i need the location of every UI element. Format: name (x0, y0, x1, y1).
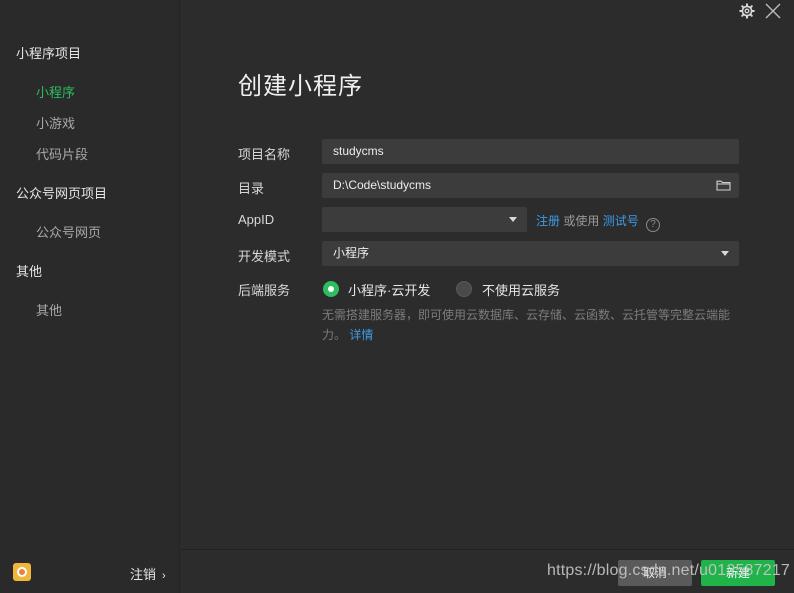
appid-select[interactable] (322, 207, 527, 232)
sidebar-item-code-snippet[interactable]: 代码片段 (36, 144, 88, 163)
radio-cloud-dev[interactable] (323, 281, 339, 297)
backend-description: 无需搭建服务器，即可使用云数据库、云存储、云函数、云托管等完整云端能力。 详情 (322, 305, 737, 345)
main-panel: 创建小程序 项目名称 studycms 目录 D:\Code\studycms … (181, 0, 794, 593)
register-link[interactable]: 注册 (536, 214, 560, 228)
backend-service-label: 后端服务 (238, 283, 291, 298)
settings-gear-icon[interactable] (739, 3, 755, 19)
folder-icon[interactable] (716, 179, 731, 191)
sidebar-group-official-account: 公众号网页项目 (16, 186, 108, 201)
backend-description-text: 无需搭建服务器，即可使用云数据库、云存储、云函数、云托管等完整云端能力。 (322, 308, 731, 342)
watermark: https://blog.csdn.net/u012587217 (547, 562, 791, 579)
directory-input[interactable]: D:\Code\studycms (322, 173, 739, 198)
appid-links: 注册 或使用 测试号 ? (536, 212, 661, 232)
directory-value: D:\Code\studycms (333, 178, 432, 192)
logout-button[interactable]: 注销 › (130, 564, 166, 583)
sidebar-item-official-web[interactable]: 公众号网页 (36, 222, 101, 241)
sidebar-group-miniprogram: 小程序项目 (16, 46, 82, 61)
help-icon[interactable]: ? (646, 218, 661, 232)
sidebar-item-other[interactable]: 其他 (36, 300, 62, 319)
dev-mode-label: 开发模式 (238, 249, 291, 264)
close-icon[interactable] (764, 2, 782, 20)
test-account-link[interactable]: 测试号 (603, 214, 639, 228)
page-title: 创建小程序 (238, 73, 363, 100)
footer-divider (181, 549, 794, 550)
details-link[interactable]: 详情 (349, 328, 373, 342)
sidebar-item-miniprogram[interactable]: 小程序 (36, 82, 75, 101)
project-name-input[interactable]: studycms (322, 139, 739, 164)
radio-no-cloud[interactable] (456, 281, 472, 297)
radio-no-cloud-label[interactable]: 不使用云服务 (482, 280, 560, 299)
project-name-label: 项目名称 (238, 147, 291, 162)
sidebar: 小程序项目 小程序 小游戏 代码片段 公众号网页项目 公众号网页 其他 其他 注… (0, 0, 180, 593)
user-avatar-icon[interactable] (13, 563, 31, 581)
sidebar-footer: 注销 › (0, 549, 180, 593)
logout-label: 注销 (130, 567, 157, 582)
chevron-right-icon: › (162, 570, 166, 582)
chevron-down-icon (509, 217, 517, 222)
directory-label: 目录 (238, 181, 265, 196)
sidebar-item-minigame[interactable]: 小游戏 (36, 113, 75, 132)
radio-cloud-dev-label[interactable]: 小程序·云开发 (348, 280, 430, 299)
or-use-text: 或使用 (563, 214, 600, 228)
dev-mode-select[interactable]: 小程序 (322, 241, 739, 266)
dev-mode-value: 小程序 (333, 246, 370, 260)
sidebar-group-other: 其他 (16, 264, 43, 279)
appid-label: AppID (238, 212, 275, 227)
chevron-down-icon (721, 251, 729, 256)
